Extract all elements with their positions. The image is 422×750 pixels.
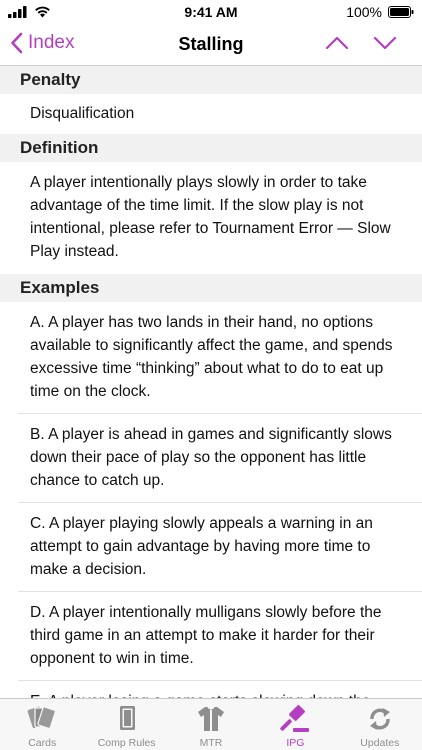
section-header-penalty: Penalty bbox=[0, 66, 422, 94]
gavel-icon bbox=[280, 705, 310, 732]
example-item-a: A. A player has two lands in their hand,… bbox=[0, 302, 422, 414]
refresh-icon bbox=[369, 708, 390, 730]
back-button[interactable]: Index bbox=[10, 32, 74, 54]
tab-mtr[interactable]: MTR bbox=[169, 699, 253, 750]
back-button-label: Index bbox=[28, 32, 75, 53]
example-item-b: B. A player is ahead in games and signif… bbox=[0, 414, 422, 503]
example-item-c: C. A player playing slowly appeals a war… bbox=[0, 503, 422, 592]
example-item-e: E. A player losing a game starts slowing… bbox=[0, 681, 422, 698]
tab-label-mtr: MTR bbox=[199, 737, 223, 749]
navigation-bar: Index Stalling bbox=[0, 24, 422, 66]
penalty-text: Disqualification bbox=[30, 105, 135, 122]
nav-arrows bbox=[324, 32, 398, 54]
example-item-d: D. A player intentionally mulligans slow… bbox=[0, 592, 422, 681]
wifi-icon bbox=[35, 6, 50, 18]
tab-bar: Cards Comp Rules MTR IPG Updates bbox=[0, 698, 422, 750]
status-left bbox=[8, 6, 128, 18]
tab-label-cards: Cards bbox=[28, 737, 57, 749]
tab-label-updates: Updates bbox=[360, 737, 400, 749]
cellular-signal-icon bbox=[8, 6, 27, 18]
tab-label-ipg: IPG bbox=[286, 737, 305, 749]
battery-percent: 100% bbox=[346, 4, 382, 20]
definition-text: A player intentionally plays slowly in o… bbox=[30, 174, 391, 260]
tab-updates[interactable]: Updates bbox=[338, 699, 422, 750]
battery-icon bbox=[388, 6, 414, 18]
section-header-definition: Definition bbox=[0, 134, 422, 162]
chevron-down-icon bbox=[373, 36, 397, 50]
status-bar: 9:41 AM 100% bbox=[0, 0, 422, 24]
section-header-examples: Examples bbox=[0, 274, 422, 302]
examples-list: A. A player has two lands in their hand,… bbox=[0, 302, 422, 698]
tab-ipg[interactable]: IPG bbox=[253, 699, 337, 750]
content-list[interactable]: Penalty Disqualification Definition A pl… bbox=[0, 66, 422, 698]
chevron-up-icon bbox=[325, 36, 349, 50]
tab-comp-rules[interactable]: Comp Rules bbox=[84, 699, 168, 750]
cards-icon bbox=[27, 706, 57, 729]
previous-button[interactable] bbox=[324, 32, 350, 54]
tab-cards[interactable]: Cards bbox=[0, 699, 84, 750]
status-right: 100% bbox=[346, 4, 414, 20]
shirt-icon bbox=[198, 706, 225, 731]
comp-rules-icon bbox=[119, 706, 135, 730]
tab-label-comp-rules: Comp Rules bbox=[97, 737, 156, 749]
next-button[interactable] bbox=[372, 32, 398, 54]
chevron-left-icon bbox=[11, 32, 23, 54]
